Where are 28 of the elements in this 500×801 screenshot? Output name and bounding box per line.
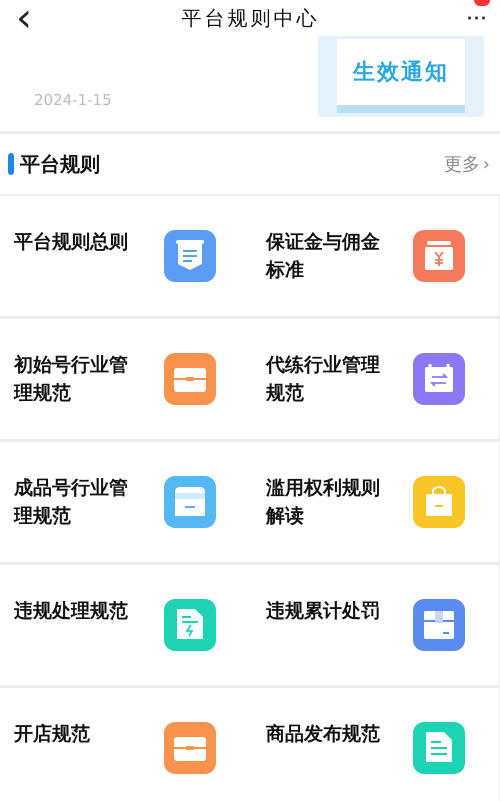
rule-label: 违规累计处罚 xyxy=(266,599,381,624)
rule-item[interactable]: 代练行业管理规范 xyxy=(250,319,500,442)
more-button[interactable]: ··· xyxy=(465,8,490,28)
rule-item[interactable]: 保证金与佣金标准 xyxy=(250,196,500,319)
section-title: 平台规则 xyxy=(20,150,100,178)
back-button[interactable]: ‹ xyxy=(12,0,36,36)
thumbnail-text: 生效通知 xyxy=(353,59,449,87)
rule-label: 成品号行业管理规范 xyxy=(14,476,129,529)
rule-item[interactable]: 滥用权利规则解读 xyxy=(250,442,500,565)
rule-item[interactable]: 违规处理规范 xyxy=(0,565,250,688)
rule-item[interactable]: 开店规范 xyxy=(0,688,250,801)
rule-item[interactable]: 初始号行业管理规范 xyxy=(0,319,250,442)
rule-label: 商品发布规范 xyxy=(266,722,381,747)
rule-item[interactable]: 成品号行业管理规范 xyxy=(0,442,250,565)
rule-item[interactable]: 商品发布规范 xyxy=(250,688,500,801)
page-title: 平台规则中心 xyxy=(182,4,320,32)
rule-item[interactable]: 平台规则总则 xyxy=(0,196,250,319)
rule-label: 违规处理规范 xyxy=(14,599,129,624)
rule-label: 开店规范 xyxy=(14,722,91,747)
rule-label: 保证金与佣金标准 xyxy=(266,230,381,283)
rule-item[interactable]: 违规累计处罚 xyxy=(250,565,500,688)
rule-label: 代练行业管理规范 xyxy=(266,353,381,406)
rule-label: 平台规则总则 xyxy=(14,230,129,255)
rule-label: 滥用权利规则解读 xyxy=(266,476,381,529)
section-marker xyxy=(8,153,14,175)
more-link[interactable]: 更多 › xyxy=(444,152,490,176)
rule-label: 初始号行业管理规范 xyxy=(14,353,129,406)
notice-date: 2024-1-15 xyxy=(34,91,112,109)
